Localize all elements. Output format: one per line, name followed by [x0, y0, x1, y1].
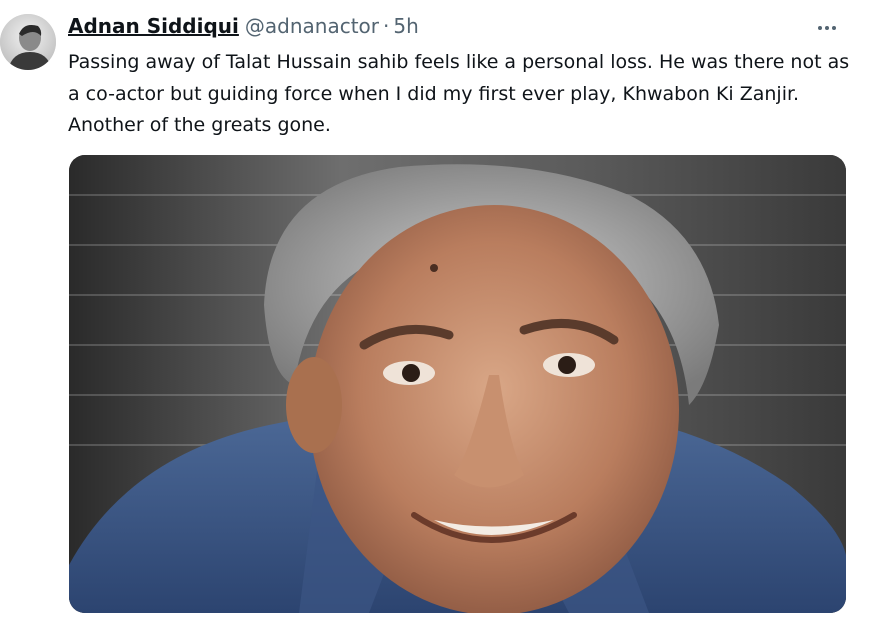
- portrait-photo: [69, 155, 846, 613]
- tweet-photo[interactable]: [69, 155, 846, 613]
- author-avatar[interactable]: [0, 14, 56, 70]
- person-avatar-icon: [0, 14, 56, 70]
- ellipsis-icon: [818, 26, 822, 30]
- tweet-text: Passing away of Talat Hussain sahib feel…: [68, 51, 856, 136]
- ellipsis-icon: [825, 26, 829, 30]
- tweet[interactable]: Adnan Siddiqui @adnanactor · 5h Passing …: [0, 0, 889, 624]
- header-separator: ·: [383, 14, 390, 38]
- tweet-header: Adnan Siddiqui @adnanactor · 5h: [68, 14, 419, 44]
- ellipsis-icon: [832, 26, 836, 30]
- more-options-button[interactable]: [813, 18, 841, 38]
- author-display-name[interactable]: Adnan Siddiqui: [68, 14, 239, 38]
- author-handle[interactable]: @adnanactor: [245, 14, 379, 38]
- tweet-timestamp[interactable]: 5h: [393, 14, 418, 38]
